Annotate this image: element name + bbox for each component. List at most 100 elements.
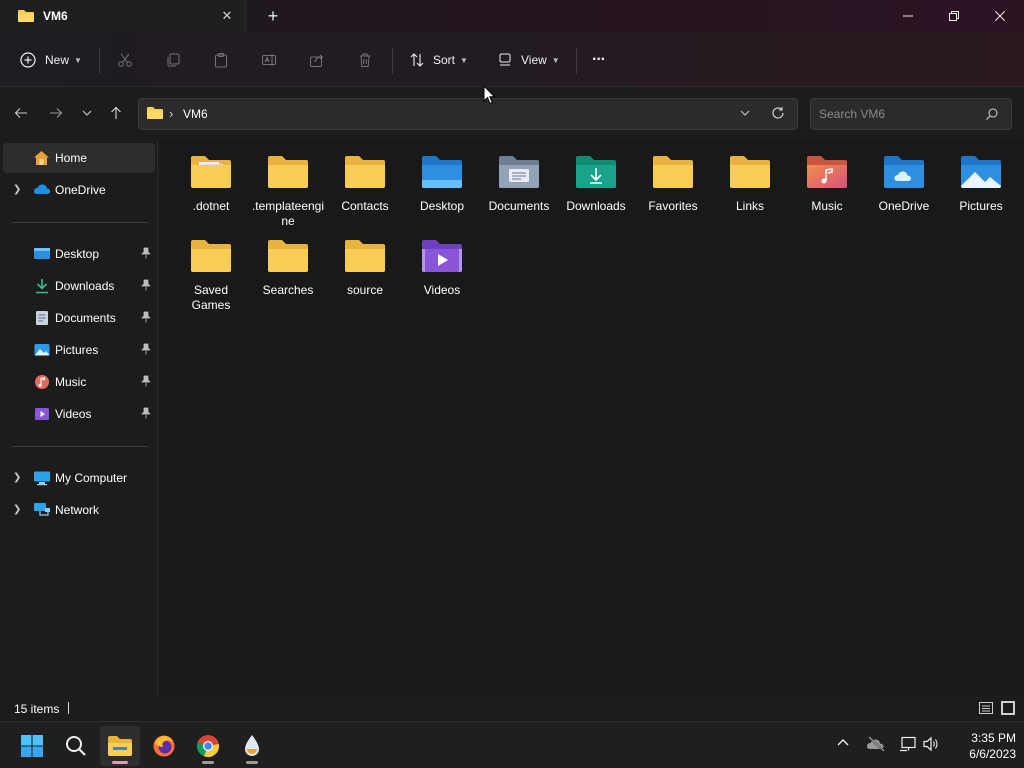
folder-item-documents[interactable]: Documents xyxy=(481,140,557,220)
large-icons-view-button[interactable] xyxy=(1000,700,1016,716)
address-dropdown-button[interactable] xyxy=(739,106,751,123)
folder-item-pictures[interactable]: Pictures xyxy=(943,140,1019,220)
volume-tray-icon[interactable] xyxy=(922,736,940,755)
search-input[interactable]: Search VM6 xyxy=(819,107,885,121)
pin-icon[interactable] xyxy=(141,279,151,294)
forward-button[interactable] xyxy=(45,103,67,125)
up-button[interactable] xyxy=(105,103,127,125)
folder-item-saved-games[interactable]: Saved Games xyxy=(173,224,249,312)
chevron-right-icon[interactable]: ❯ xyxy=(13,472,21,483)
breadcrumb-vm6[interactable]: VM6 xyxy=(183,107,208,121)
address-bar[interactable]: › VM6 xyxy=(138,98,798,130)
folder-item-templateengine[interactable]: .templateengine xyxy=(250,140,326,228)
pin-icon[interactable] xyxy=(141,311,151,326)
folder-item-videos[interactable]: Videos xyxy=(404,224,480,304)
onedrive-tray-icon[interactable] xyxy=(866,736,886,755)
delete-button[interactable] xyxy=(357,46,373,74)
folder-icon xyxy=(730,156,770,188)
folder-item-dotnet[interactable]: .dotnet xyxy=(173,140,249,220)
start-button[interactable] xyxy=(12,726,52,766)
sidebar-item-music[interactable]: Music xyxy=(3,367,155,397)
pin-icon[interactable] xyxy=(141,247,151,262)
sidebar-item-home[interactable]: Home xyxy=(3,143,155,173)
pictures-folder-icon xyxy=(961,156,1001,188)
clipboard-icon xyxy=(213,52,229,68)
folder-item-onedrive[interactable]: OneDrive xyxy=(866,140,942,220)
search-icon xyxy=(66,736,86,756)
sidebar-item-downloads[interactable]: Downloads xyxy=(3,271,155,301)
back-button[interactable] xyxy=(10,103,32,125)
sidebar-item-my-computer[interactable]: ❯ My Computer xyxy=(3,463,155,493)
plus-circle-icon xyxy=(20,52,36,68)
app-taskbar-button[interactable] xyxy=(232,726,272,766)
chevron-right-icon[interactable]: ❯ xyxy=(13,184,21,195)
command-bar: New ▼ Sort ▼ View ▼ ··· xyxy=(0,32,1024,87)
search-box[interactable]: Search VM6 xyxy=(810,98,1012,130)
close-window-button[interactable] xyxy=(977,0,1023,32)
more-options-button[interactable]: ··· xyxy=(592,46,606,74)
share-button[interactable] xyxy=(309,46,325,74)
search-taskbar-button[interactable] xyxy=(56,726,96,766)
sidebar-item-documents[interactable]: Documents xyxy=(3,303,155,333)
sort-button[interactable]: Sort ▼ xyxy=(409,46,468,74)
sidebar-item-network[interactable]: ❯ Network xyxy=(3,495,155,525)
paste-button[interactable] xyxy=(213,46,229,74)
folder-item-downloads[interactable]: Downloads xyxy=(558,140,634,220)
tab-vm6[interactable]: VM6 ✕ xyxy=(0,0,246,32)
taskbar: 3:35 PM 6/6/2023 xyxy=(0,721,1024,768)
sidebar-item-pictures[interactable]: Pictures xyxy=(3,335,155,365)
divider xyxy=(12,222,148,223)
search-icon[interactable] xyxy=(985,107,999,124)
folder-icon xyxy=(191,156,231,188)
folder-item-music[interactable]: Music xyxy=(789,140,865,220)
recent-locations-button[interactable] xyxy=(76,103,98,125)
refresh-button[interactable] xyxy=(771,106,785,123)
new-button[interactable]: New ▼ xyxy=(20,46,82,74)
ethernet-icon xyxy=(900,736,916,752)
share-icon xyxy=(309,52,325,68)
chevron-up-icon xyxy=(837,739,849,746)
sidebar-label: OneDrive xyxy=(55,183,106,197)
chevron-right-icon[interactable]: ❯ xyxy=(13,504,21,515)
folder-item-links[interactable]: Links xyxy=(712,140,788,220)
folder-item-contacts[interactable]: Contacts xyxy=(327,140,403,220)
details-view-button[interactable] xyxy=(978,700,994,716)
chevron-down-icon: ▼ xyxy=(551,55,560,65)
arrow-up-icon xyxy=(109,106,123,123)
sidebar-item-desktop[interactable]: Desktop xyxy=(3,239,155,269)
sort-icon xyxy=(409,52,425,68)
chrome-taskbar-button[interactable] xyxy=(188,726,228,766)
copy-button[interactable] xyxy=(165,46,181,74)
pin-icon[interactable] xyxy=(141,407,151,422)
new-tab-button[interactable]: + xyxy=(264,7,282,25)
clock[interactable]: 3:35 PM 6/6/2023 xyxy=(948,730,1016,762)
minimize-button[interactable] xyxy=(885,0,931,32)
sidebar-label: Videos xyxy=(55,407,92,421)
show-hidden-icons-button[interactable] xyxy=(836,736,850,753)
sidebar-item-videos[interactable]: Videos xyxy=(3,399,155,429)
downloads-folder-icon xyxy=(576,156,616,188)
firefox-taskbar-button[interactable] xyxy=(144,726,184,766)
folder-item-source[interactable]: source xyxy=(327,224,403,304)
network-tray-icon[interactable] xyxy=(899,736,917,755)
folder-item-favorites[interactable]: Favorites xyxy=(635,140,711,220)
home-icon xyxy=(33,150,50,169)
sort-label: Sort xyxy=(433,53,456,67)
folder-item-searches[interactable]: Searches xyxy=(250,224,326,304)
pin-icon[interactable] xyxy=(141,343,151,358)
folder-icon xyxy=(345,240,385,272)
divider xyxy=(12,446,148,447)
cut-button[interactable] xyxy=(117,46,133,74)
sidebar-item-onedrive[interactable]: ❯ OneDrive xyxy=(3,175,155,205)
sidebar-label: Network xyxy=(55,503,100,517)
file-explorer-taskbar-button[interactable] xyxy=(100,726,140,766)
rename-icon xyxy=(261,52,277,68)
breadcrumb-separator[interactable]: › xyxy=(169,106,173,121)
restore-button[interactable] xyxy=(931,0,977,32)
folder-item-desktop[interactable]: Desktop xyxy=(404,140,480,220)
pin-icon[interactable] xyxy=(141,375,151,390)
view-label: View xyxy=(521,53,547,67)
tab-close-button[interactable]: ✕ xyxy=(219,8,235,24)
rename-button[interactable] xyxy=(261,46,277,74)
view-button[interactable]: View ▼ xyxy=(498,46,560,74)
